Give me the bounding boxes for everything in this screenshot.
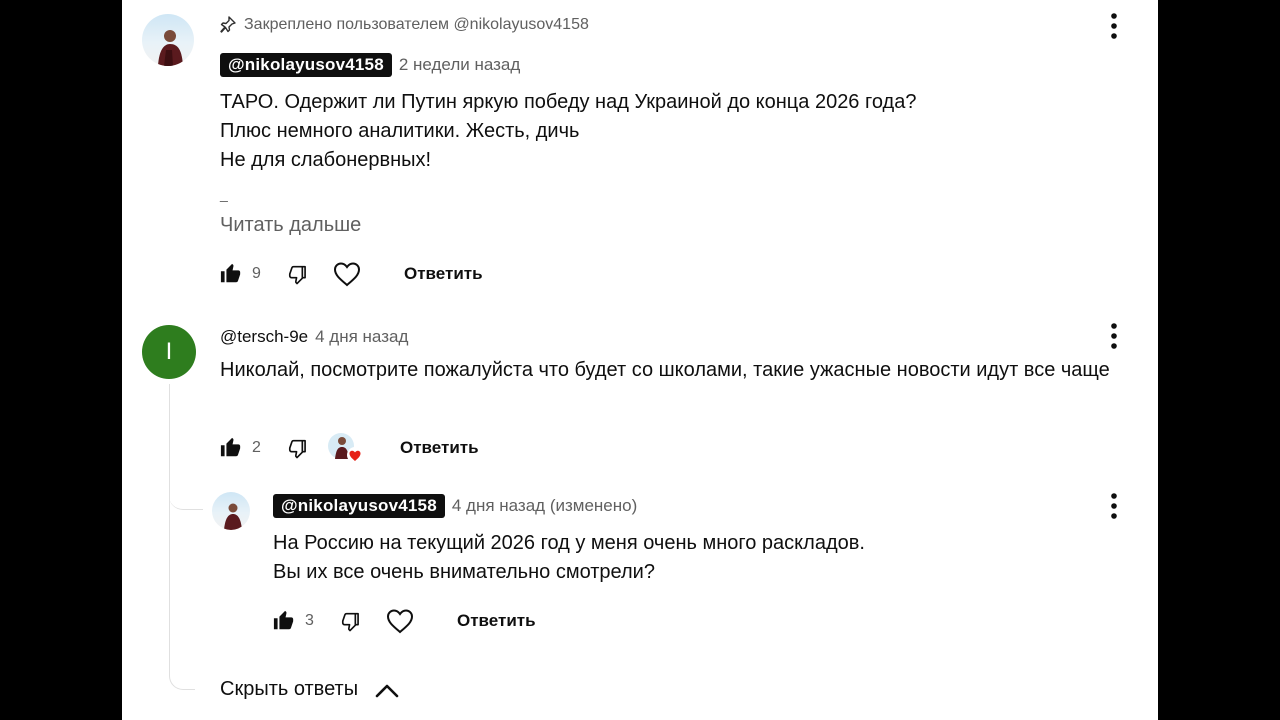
like-count: 3 (305, 612, 314, 629)
comment-line: Плюс немного аналитики. Жесть, дичь (220, 120, 580, 142)
chevron-up-icon (375, 684, 399, 697)
comment-line: _ (220, 186, 228, 202)
comment-header: @tersch-9e 4 дня назад (220, 327, 408, 347)
like-icon[interactable] (220, 263, 242, 285)
heart-icon[interactable] (332, 260, 362, 288)
like-count: 9 (252, 265, 261, 282)
dislike-icon[interactable] (337, 610, 359, 632)
author-handle[interactable]: @tersch-9e (220, 327, 308, 347)
avatar-letter: I (165, 338, 173, 365)
author-avatar[interactable]: I (142, 325, 196, 379)
comment-time[interactable]: 4 дня назад (315, 327, 408, 347)
comment-line: Николай, посмотрите пожалуйста что будет… (220, 359, 1110, 381)
comment-text: Николай, посмотрите пожалуйста что будет… (220, 356, 1110, 385)
more-options-icon[interactable] (1108, 12, 1120, 45)
more-options-icon[interactable] (1108, 492, 1120, 525)
comments-panel: Закреплено пользователем @nikolayusov415… (122, 0, 1158, 720)
creator-heart-badge (326, 430, 366, 466)
like-icon[interactable] (273, 610, 295, 632)
more-options-icon[interactable] (1108, 322, 1120, 355)
person-photo-icon (158, 30, 183, 66)
author-avatar[interactable] (142, 14, 194, 66)
reply-text: На Россию на текущий 2026 год у меня оче… (273, 529, 865, 587)
comment-text: ТАРО. Одержит ли Путин яркую победу над … (220, 88, 916, 205)
pinned-text: Закреплено пользователем @nikolayusov415… (244, 16, 589, 33)
hide-replies-button[interactable]: Скрыть ответы (220, 678, 400, 701)
comment-time[interactable]: 4 дня назад (изменено) (452, 496, 637, 516)
comment-line: ТАРО. Одержит ли Путин яркую победу над … (220, 91, 917, 113)
comment-line: На Россию на текущий 2026 год у меня оче… (273, 532, 865, 554)
dislike-icon[interactable] (284, 263, 306, 285)
heart-icon[interactable] (385, 607, 415, 635)
like-icon[interactable] (220, 437, 242, 459)
author-avatar[interactable] (212, 492, 250, 530)
creator-heart-icon (328, 433, 363, 463)
like-count: 2 (252, 439, 261, 456)
reply-actions: 3 Ответить (273, 605, 536, 637)
thread-connector (169, 470, 203, 510)
hide-replies-label: Скрыть ответы (220, 678, 359, 700)
reply-header: @nikolayusov4158 4 дня назад (изменено) (273, 494, 637, 518)
reply-button[interactable]: Ответить (400, 438, 479, 458)
pin-icon (220, 16, 236, 33)
reply-button[interactable]: Ответить (404, 264, 483, 284)
comment-line: Вы их все очень внимательно смотрели? (273, 561, 655, 583)
read-more-link[interactable]: Читать дальше (220, 214, 361, 237)
comment-actions: 9 Ответить (220, 258, 483, 290)
comment-line: Не для слабонервных! (220, 149, 432, 171)
thread-connector (169, 662, 195, 690)
author-handle[interactable]: @nikolayusov4158 (273, 494, 445, 518)
dislike-icon[interactable] (284, 437, 306, 459)
thread-line (169, 384, 170, 670)
comment-time[interactable]: 2 недели назад (399, 55, 520, 75)
person-photo-icon (224, 503, 242, 530)
comment-actions: 2 Ответить (220, 432, 479, 464)
pinned-label: Закреплено пользователем @nikolayusov415… (220, 16, 589, 34)
reply-button[interactable]: Ответить (457, 611, 536, 631)
author-handle[interactable]: @nikolayusov4158 (220, 53, 392, 77)
comment-header: @nikolayusov4158 2 недели назад (220, 53, 520, 77)
